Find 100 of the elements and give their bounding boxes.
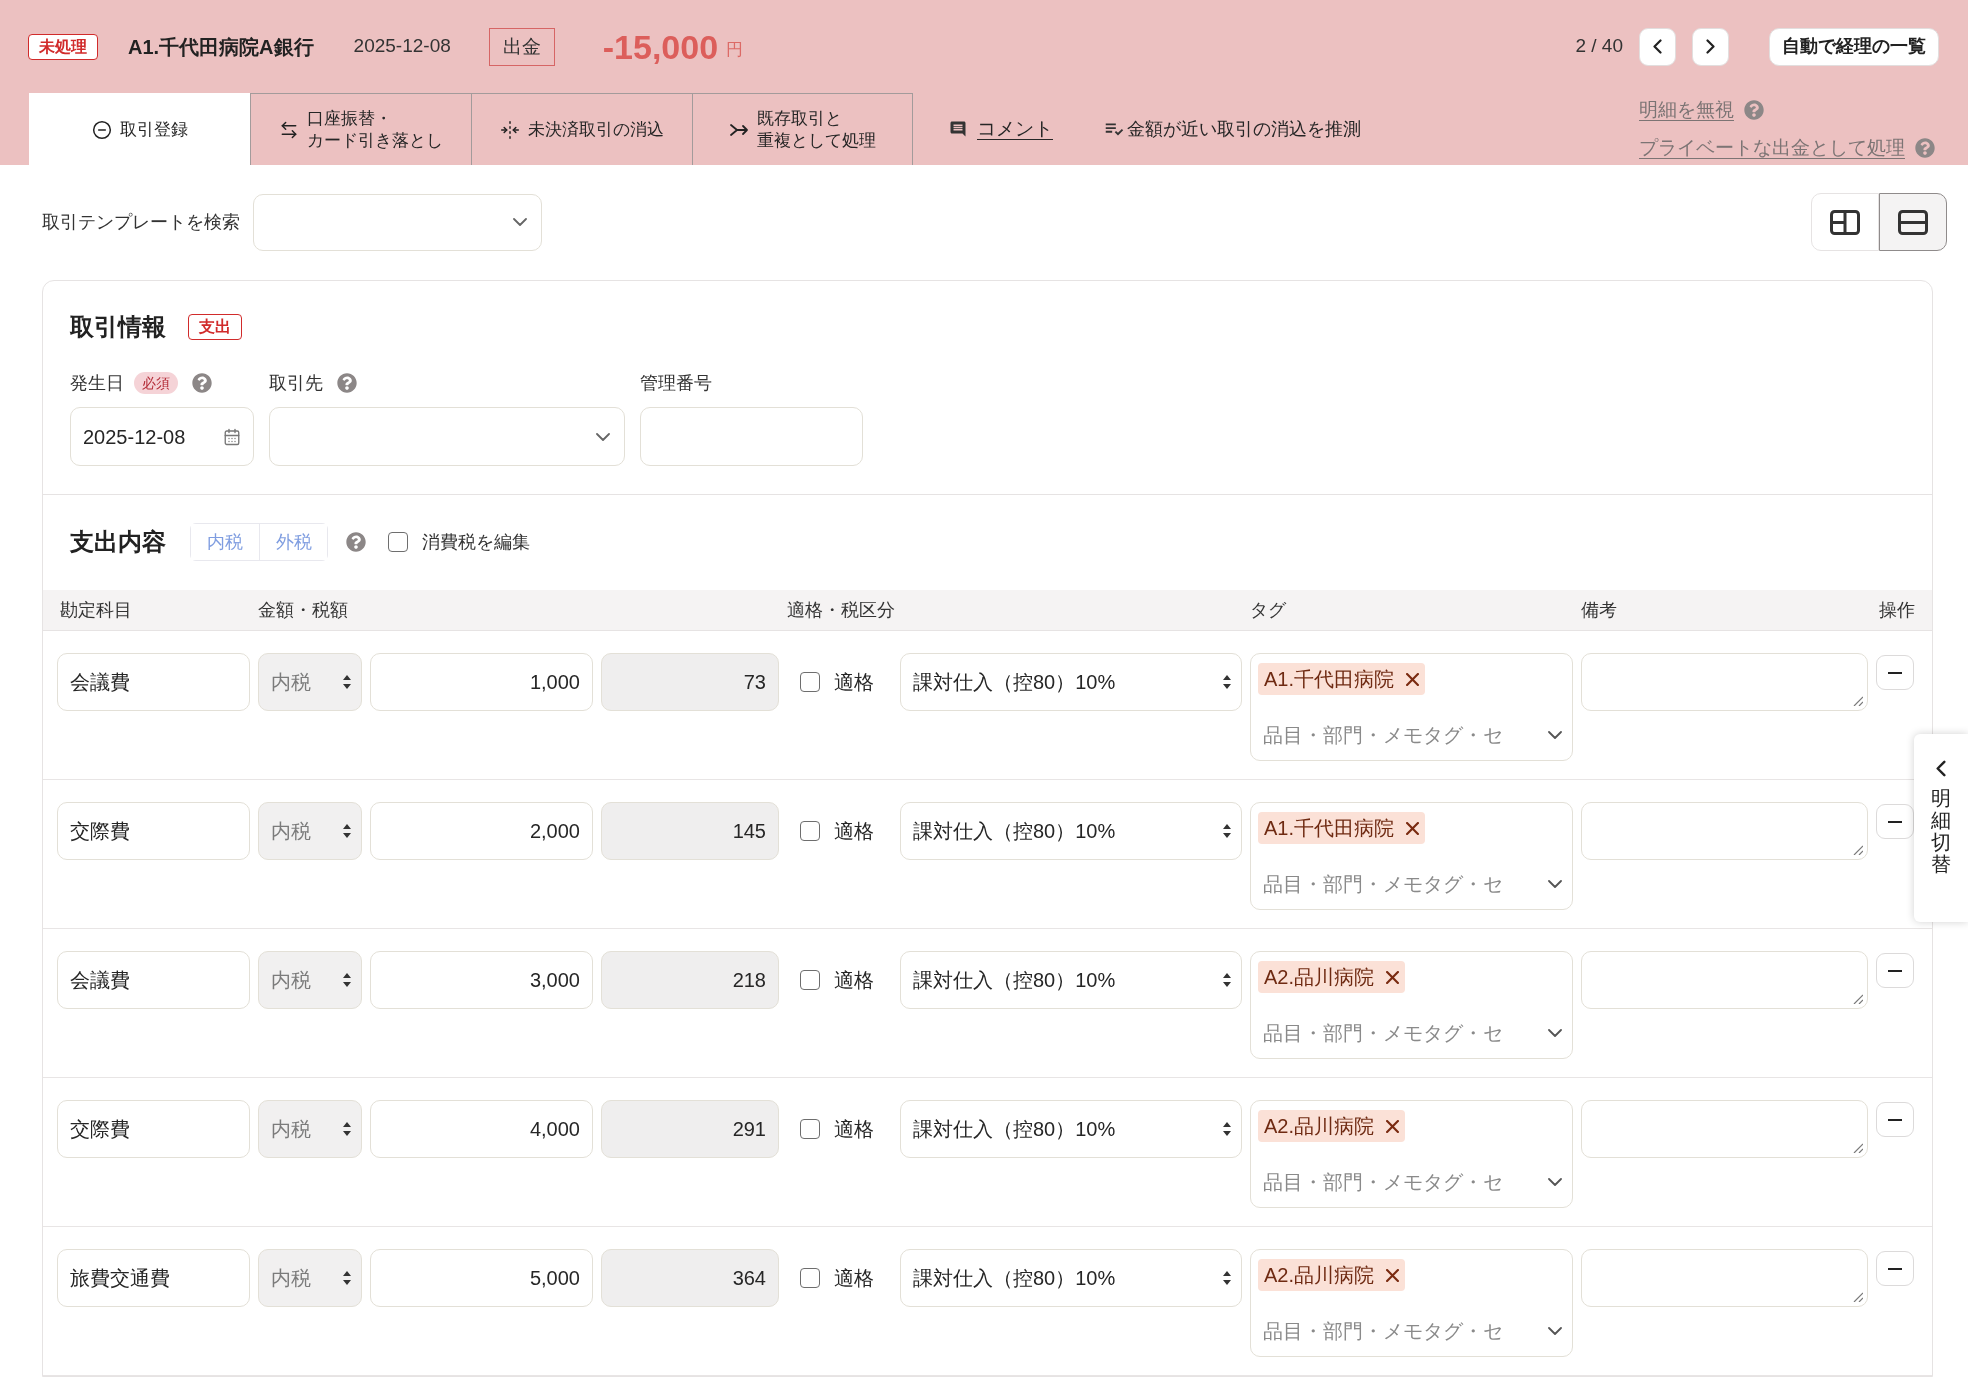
template-search-label: 取引テンプレートを検索 xyxy=(42,210,240,234)
remove-row-button[interactable] xyxy=(1876,655,1914,690)
input-field[interactable] xyxy=(640,407,863,466)
account-field[interactable]: 旅費交通費 xyxy=(57,1249,250,1307)
tax-amount-field[interactable]: 291 xyxy=(601,1100,779,1158)
remove-icon[interactable] xyxy=(1406,672,1420,686)
tax-amount-field[interactable]: 218 xyxy=(601,951,779,1009)
remove-icon[interactable] xyxy=(1386,1119,1400,1133)
checkbox[interactable] xyxy=(388,532,408,552)
tax-mode-select[interactable]: 内税 xyxy=(258,802,362,860)
chevron-down-icon xyxy=(1548,1029,1562,1037)
tax-amount-field[interactable]: 145 xyxy=(601,802,779,860)
chevron-down-icon xyxy=(1548,1327,1562,1335)
checkbox[interactable] xyxy=(800,672,820,692)
tag-field[interactable]: A1.千代田病院 品目・部門・メモタグ・セ xyxy=(1250,802,1573,910)
column-header: 金額・税額 xyxy=(258,598,349,622)
amount-field[interactable]: 2,000 xyxy=(370,802,593,860)
sort-arrows-icon xyxy=(1223,675,1231,689)
checkbox[interactable] xyxy=(800,821,820,841)
chevron-left-icon xyxy=(1936,760,1946,777)
split-layout-icon xyxy=(1830,209,1860,235)
remove-icon[interactable] xyxy=(1386,970,1400,984)
qualified-label: 適格 xyxy=(834,968,874,993)
remark-field[interactable] xyxy=(1581,802,1868,860)
minus-icon xyxy=(1888,969,1902,972)
pager-text: 2 / 40 xyxy=(1575,34,1623,59)
list-button[interactable]: 自動で経理の一覧 xyxy=(1769,27,1939,66)
tab[interactable]: 取引登録 xyxy=(29,93,250,165)
previous-button[interactable] xyxy=(1639,27,1676,66)
account-field[interactable]: 会議費 xyxy=(57,653,250,711)
tag-field[interactable]: A2.品川病院 品目・部門・メモタグ・セ xyxy=(1250,1249,1573,1357)
amount-field[interactable]: 4,000 xyxy=(370,1100,593,1158)
sort-arrows-icon xyxy=(343,973,351,987)
help-icon xyxy=(1915,138,1935,158)
amount-field[interactable]: 1,000 xyxy=(370,653,593,711)
account-field[interactable]: 交際費 xyxy=(57,802,250,860)
minus-icon xyxy=(1888,820,1902,823)
column-header: タグ xyxy=(1250,598,1287,622)
tax-mode-select[interactable]: 内税 xyxy=(258,951,362,1009)
comment-link[interactable]: コメント xyxy=(949,114,1053,144)
remove-row-button[interactable] xyxy=(1876,953,1914,988)
tax-category-select[interactable]: 課対仕入（控80）10% xyxy=(900,802,1242,860)
tab[interactable]: 既存取引と 重複として処理 xyxy=(692,93,913,165)
date-field[interactable]: 2025-12-08 xyxy=(70,407,254,466)
remove-icon[interactable] xyxy=(1406,821,1420,835)
next-button[interactable] xyxy=(1692,27,1729,66)
tax-mode-select[interactable]: 内税 xyxy=(258,653,362,711)
remove-row-button[interactable] xyxy=(1876,1251,1914,1286)
minus-icon xyxy=(1888,1118,1902,1121)
tax-category-select[interactable]: 課対仕入（控80）10% xyxy=(900,951,1242,1009)
tag-field[interactable]: A1.千代田病院 品目・部門・メモタグ・セ xyxy=(1250,653,1573,761)
tag-chip[interactable]: A2.品川病院 xyxy=(1258,961,1406,993)
tax-amount-field[interactable]: 73 xyxy=(601,653,779,711)
remark-field[interactable] xyxy=(1581,1249,1868,1307)
amount-field[interactable]: 5,000 xyxy=(370,1249,593,1307)
remark-field[interactable] xyxy=(1581,1100,1868,1158)
remove-row-button[interactable] xyxy=(1876,1102,1914,1137)
tag-field[interactable]: A2.品川病院 品目・部門・メモタグ・セ xyxy=(1250,951,1573,1059)
comment-icon xyxy=(949,120,967,138)
checkbox[interactable] xyxy=(800,1119,820,1139)
checkbox[interactable] xyxy=(800,970,820,990)
tax-mode-select[interactable]: 内税 xyxy=(258,1249,362,1307)
minus-circle-icon xyxy=(92,119,112,140)
tax-category-select[interactable]: 課対仕入（控80）10% xyxy=(900,653,1242,711)
help-icon xyxy=(1744,100,1764,120)
account-field[interactable]: 交際費 xyxy=(57,1100,250,1158)
remark-field[interactable] xyxy=(1581,951,1868,1009)
tag-chip[interactable]: A1.千代田病院 xyxy=(1258,663,1426,695)
remove-row-button[interactable] xyxy=(1876,804,1914,839)
tax-category-select[interactable]: 課対仕入（控80）10% xyxy=(900,1249,1242,1307)
detail-toggle-tab[interactable]: 明細切替 xyxy=(1914,734,1968,922)
tag-chip[interactable]: A2.品川病院 xyxy=(1258,1259,1406,1291)
remove-icon[interactable] xyxy=(1386,1268,1400,1282)
account-field[interactable]: 会議費 xyxy=(57,951,250,1009)
tag-chip[interactable]: A2.品川病院 xyxy=(1258,1110,1406,1142)
sort-arrows-icon xyxy=(343,675,351,689)
tag-chip[interactable]: A1.千代田病院 xyxy=(1258,812,1426,844)
tab[interactable]: 未決済取引の消込 xyxy=(471,93,692,165)
checkbox[interactable] xyxy=(800,1268,820,1288)
field-label: 発生日 xyxy=(70,371,124,395)
tag-field[interactable]: A2.品川病院 品目・部門・メモタグ・セ xyxy=(1250,1100,1573,1208)
action-button[interactable]: 金額が近い取引の消込を推測 xyxy=(1103,115,1361,143)
remark-field[interactable] xyxy=(1581,653,1868,711)
resize-handle-icon xyxy=(1853,994,1863,1004)
section-title: 取引情報 xyxy=(70,312,166,342)
tab[interactable]: 口座振替・ カード引き落とし xyxy=(250,93,471,165)
column-header: 操作 xyxy=(1878,598,1915,622)
tax-category-select[interactable]: 課対仕入（控80）10% xyxy=(900,1100,1242,1158)
sort-arrows-icon xyxy=(1223,973,1231,987)
stacked-layout-icon xyxy=(1898,209,1928,235)
view-toggle-button[interactable] xyxy=(1879,193,1947,251)
swap-arrows-icon xyxy=(279,119,299,140)
tax-amount-field[interactable]: 364 xyxy=(601,1249,779,1307)
qualified-label: 適格 xyxy=(834,819,874,844)
resize-handle-icon xyxy=(1853,1143,1863,1153)
section-title: 支出内容 xyxy=(70,527,166,557)
tax-mode-select[interactable]: 内税 xyxy=(258,1100,362,1158)
column-header: 勘定科目 xyxy=(59,598,133,622)
amount-field[interactable]: 3,000 xyxy=(370,951,593,1009)
sort-arrows-icon xyxy=(1223,824,1231,838)
